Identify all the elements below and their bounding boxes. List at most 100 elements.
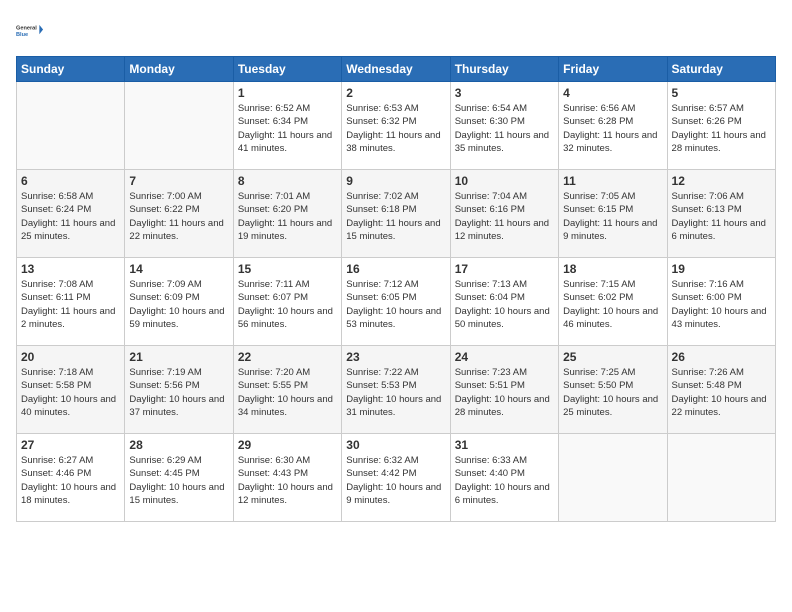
cell-content: Sunrise: 6:58 AM Sunset: 6:24 PM Dayligh… xyxy=(21,190,120,243)
header-day-friday: Friday xyxy=(559,57,667,82)
calendar-week-3: 13 Sunrise: 7:08 AM Sunset: 6:11 PM Dayli… xyxy=(17,258,776,346)
calendar-table: SundayMondayTuesdayWednesdayThursdayFrid… xyxy=(16,56,776,522)
cell-content: Sunrise: 7:13 AM Sunset: 6:04 PM Dayligh… xyxy=(455,278,554,331)
cell-content: Sunrise: 6:27 AM Sunset: 4:46 PM Dayligh… xyxy=(21,454,120,507)
day-number: 17 xyxy=(455,262,554,276)
calendar-week-5: 27 Sunrise: 6:27 AM Sunset: 4:46 PM Dayli… xyxy=(17,434,776,522)
day-number: 3 xyxy=(455,86,554,100)
header-day-monday: Monday xyxy=(125,57,233,82)
cell-content: Sunrise: 6:57 AM Sunset: 6:26 PM Dayligh… xyxy=(672,102,771,155)
calendar-week-4: 20Sunrise: 7:18 AM Sunset: 5:58 PM Dayli… xyxy=(17,346,776,434)
calendar-cell: 5 Sunrise: 6:57 AM Sunset: 6:26 PM Daylig… xyxy=(667,82,775,170)
cell-content: Sunrise: 7:26 AM Sunset: 5:48 PM Dayligh… xyxy=(672,366,771,419)
day-number: 2 xyxy=(346,86,445,100)
calendar-cell: 19Sunrise: 7:16 AM Sunset: 6:00 PM Dayli… xyxy=(667,258,775,346)
calendar-cell: 25 Sunrise: 7:25 AM Sunset: 5:50 PM Dayli… xyxy=(559,346,667,434)
svg-text:Blue: Blue xyxy=(16,32,28,38)
day-number: 6 xyxy=(21,174,120,188)
day-number: 25 xyxy=(563,350,662,364)
calendar-cell: 12 Sunrise: 7:06 AM Sunset: 6:13 PM Dayli… xyxy=(667,170,775,258)
calendar-cell: 4Sunrise: 6:56 AM Sunset: 6:28 PM Daylig… xyxy=(559,82,667,170)
cell-content: Sunrise: 7:19 AM Sunset: 5:56 PM Dayligh… xyxy=(129,366,228,419)
cell-content: Sunrise: 7:09 AM Sunset: 6:09 PM Dayligh… xyxy=(129,278,228,331)
day-number: 13 xyxy=(21,262,120,276)
day-number: 10 xyxy=(455,174,554,188)
day-number: 28 xyxy=(129,438,228,452)
calendar-cell xyxy=(667,434,775,522)
day-number: 21 xyxy=(129,350,228,364)
day-number: 11 xyxy=(563,174,662,188)
calendar-cell: 8Sunrise: 7:01 AM Sunset: 6:20 PM Daylig… xyxy=(233,170,341,258)
header-day-thursday: Thursday xyxy=(450,57,558,82)
calendar-cell: 20Sunrise: 7:18 AM Sunset: 5:58 PM Dayli… xyxy=(17,346,125,434)
day-number: 27 xyxy=(21,438,120,452)
day-number: 26 xyxy=(672,350,771,364)
cell-content: Sunrise: 6:56 AM Sunset: 6:28 PM Dayligh… xyxy=(563,102,662,155)
calendar-cell: 29 Sunrise: 6:30 AM Sunset: 4:43 PM Dayli… xyxy=(233,434,341,522)
cell-content: Sunrise: 6:54 AM Sunset: 6:30 PM Dayligh… xyxy=(455,102,554,155)
day-number: 20 xyxy=(21,350,120,364)
cell-content: Sunrise: 7:04 AM Sunset: 6:16 PM Dayligh… xyxy=(455,190,554,243)
day-number: 29 xyxy=(238,438,337,452)
calendar-cell: 3 Sunrise: 6:54 AM Sunset: 6:30 PM Daylig… xyxy=(450,82,558,170)
cell-content: Sunrise: 6:29 AM Sunset: 4:45 PM Dayligh… xyxy=(129,454,228,507)
cell-content: Sunrise: 7:16 AM Sunset: 6:00 PM Dayligh… xyxy=(672,278,771,331)
svg-text:General: General xyxy=(16,26,37,32)
cell-content: Sunrise: 6:53 AM Sunset: 6:32 PM Dayligh… xyxy=(346,102,445,155)
day-number: 18 xyxy=(563,262,662,276)
calendar-cell: 17 Sunrise: 7:13 AM Sunset: 6:04 PM Dayli… xyxy=(450,258,558,346)
day-number: 22 xyxy=(238,350,337,364)
cell-content: Sunrise: 7:06 AM Sunset: 6:13 PM Dayligh… xyxy=(672,190,771,243)
day-number: 23 xyxy=(346,350,445,364)
logo-icon: GeneralBlue xyxy=(16,16,44,44)
cell-content: Sunrise: 7:15 AM Sunset: 6:02 PM Dayligh… xyxy=(563,278,662,331)
cell-content: Sunrise: 7:25 AM Sunset: 5:50 PM Dayligh… xyxy=(563,366,662,419)
cell-content: Sunrise: 6:52 AM Sunset: 6:34 PM Dayligh… xyxy=(238,102,337,155)
day-number: 31 xyxy=(455,438,554,452)
calendar-cell: 11Sunrise: 7:05 AM Sunset: 6:15 PM Dayli… xyxy=(559,170,667,258)
calendar-cell: 27 Sunrise: 6:27 AM Sunset: 4:46 PM Dayli… xyxy=(17,434,125,522)
day-number: 16 xyxy=(346,262,445,276)
calendar-cell: 13 Sunrise: 7:08 AM Sunset: 6:11 PM Dayli… xyxy=(17,258,125,346)
cell-content: Sunrise: 7:08 AM Sunset: 6:11 PM Dayligh… xyxy=(21,278,120,331)
day-number: 12 xyxy=(672,174,771,188)
calendar-cell: 18 Sunrise: 7:15 AM Sunset: 6:02 PM Dayli… xyxy=(559,258,667,346)
calendar-cell: 1 Sunrise: 6:52 AM Sunset: 6:34 PM Daylig… xyxy=(233,82,341,170)
cell-content: Sunrise: 6:30 AM Sunset: 4:43 PM Dayligh… xyxy=(238,454,337,507)
calendar-cell: 6 Sunrise: 6:58 AM Sunset: 6:24 PM Daylig… xyxy=(17,170,125,258)
cell-content: Sunrise: 7:00 AM Sunset: 6:22 PM Dayligh… xyxy=(129,190,228,243)
cell-content: Sunrise: 7:01 AM Sunset: 6:20 PM Dayligh… xyxy=(238,190,337,243)
calendar-cell: 14 Sunrise: 7:09 AM Sunset: 6:09 PM Dayli… xyxy=(125,258,233,346)
calendar-week-2: 6 Sunrise: 6:58 AM Sunset: 6:24 PM Daylig… xyxy=(17,170,776,258)
day-number: 1 xyxy=(238,86,337,100)
header-day-saturday: Saturday xyxy=(667,57,775,82)
header-day-tuesday: Tuesday xyxy=(233,57,341,82)
calendar-header-row: SundayMondayTuesdayWednesdayThursdayFrid… xyxy=(17,57,776,82)
day-number: 9 xyxy=(346,174,445,188)
calendar-cell: 9 Sunrise: 7:02 AM Sunset: 6:18 PM Daylig… xyxy=(342,170,450,258)
day-number: 7 xyxy=(129,174,228,188)
calendar-cell: 28 Sunrise: 6:29 AM Sunset: 4:45 PM Dayli… xyxy=(125,434,233,522)
day-number: 14 xyxy=(129,262,228,276)
calendar-cell xyxy=(17,82,125,170)
cell-content: Sunrise: 7:22 AM Sunset: 5:53 PM Dayligh… xyxy=(346,366,445,419)
calendar-cell: 16Sunrise: 7:12 AM Sunset: 6:05 PM Dayli… xyxy=(342,258,450,346)
calendar-cell: 21 Sunrise: 7:19 AM Sunset: 5:56 PM Dayli… xyxy=(125,346,233,434)
cell-content: Sunrise: 6:32 AM Sunset: 4:42 PM Dayligh… xyxy=(346,454,445,507)
calendar-cell: 23 Sunrise: 7:22 AM Sunset: 5:53 PM Dayli… xyxy=(342,346,450,434)
calendar-week-1: 1 Sunrise: 6:52 AM Sunset: 6:34 PM Daylig… xyxy=(17,82,776,170)
calendar-cell: 7 Sunrise: 7:00 AM Sunset: 6:22 PM Daylig… xyxy=(125,170,233,258)
cell-content: Sunrise: 7:20 AM Sunset: 5:55 PM Dayligh… xyxy=(238,366,337,419)
day-number: 24 xyxy=(455,350,554,364)
calendar-cell: 2 Sunrise: 6:53 AM Sunset: 6:32 PM Daylig… xyxy=(342,82,450,170)
day-number: 30 xyxy=(346,438,445,452)
calendar-cell xyxy=(125,82,233,170)
calendar-cell: 31Sunrise: 6:33 AM Sunset: 4:40 PM Dayli… xyxy=(450,434,558,522)
calendar-cell: 10 Sunrise: 7:04 AM Sunset: 6:16 PM Dayli… xyxy=(450,170,558,258)
cell-content: Sunrise: 7:02 AM Sunset: 6:18 PM Dayligh… xyxy=(346,190,445,243)
page-header: GeneralBlue xyxy=(16,16,776,44)
header-day-sunday: Sunday xyxy=(17,57,125,82)
day-number: 5 xyxy=(672,86,771,100)
header-day-wednesday: Wednesday xyxy=(342,57,450,82)
calendar-cell: 22 Sunrise: 7:20 AM Sunset: 5:55 PM Dayli… xyxy=(233,346,341,434)
